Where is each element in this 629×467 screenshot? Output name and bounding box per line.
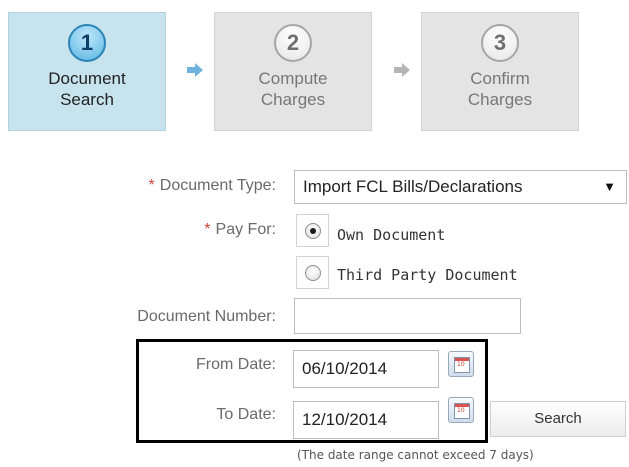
document-number-label: Document Number: [137, 308, 276, 325]
radio-third-party-document[interactable] [296, 256, 329, 289]
arrow-right-icon [394, 63, 410, 77]
wizard-step-document-search[interactable]: 1 Document Search [8, 12, 166, 131]
pay-for-label: * Pay For: [204, 221, 276, 238]
calendar-icon[interactable]: 10 [448, 351, 474, 377]
document-number-input[interactable] [294, 298, 521, 334]
chevron-down-icon: ▼ [603, 179, 616, 194]
required-marker: * [148, 177, 155, 194]
required-marker: * [204, 221, 211, 238]
step-number-badge: 1 [68, 24, 106, 62]
to-date-label: To Date: [216, 406, 276, 423]
arrow-right-icon [187, 63, 203, 77]
document-type-select[interactable]: Import FCL Bills/Declarations ▼ [294, 170, 627, 204]
radio-indicator [305, 223, 321, 239]
step-number-badge: 2 [274, 24, 312, 62]
from-date-input[interactable]: 06/10/2014 [293, 350, 439, 388]
wizard-step-confirm-charges[interactable]: 3 Confirm Charges [421, 12, 579, 131]
step-label: Confirm Charges [467, 69, 533, 109]
search-button[interactable]: Search [490, 401, 626, 437]
step-label: Document Search [48, 69, 126, 109]
wizard-step-compute-charges[interactable]: 2 Compute Charges [214, 12, 372, 131]
step-label: Compute Charges [258, 69, 328, 109]
radio-own-document[interactable] [296, 214, 329, 247]
document-type-label: * Document Type: [148, 177, 276, 194]
calendar-icon[interactable]: 10 [448, 397, 474, 423]
to-date-input[interactable]: 12/10/2014 [293, 401, 439, 439]
radio-third-party-document-label: Third Party Document [337, 266, 518, 284]
document-type-value: Import FCL Bills/Declarations [303, 177, 523, 196]
radio-own-document-label: Own Document [337, 226, 446, 244]
from-date-label: From Date: [195, 356, 276, 373]
radio-indicator [305, 265, 321, 281]
step-number-badge: 3 [481, 24, 519, 62]
date-range-note: (The date range cannot exceed 7 days) [297, 448, 534, 462]
